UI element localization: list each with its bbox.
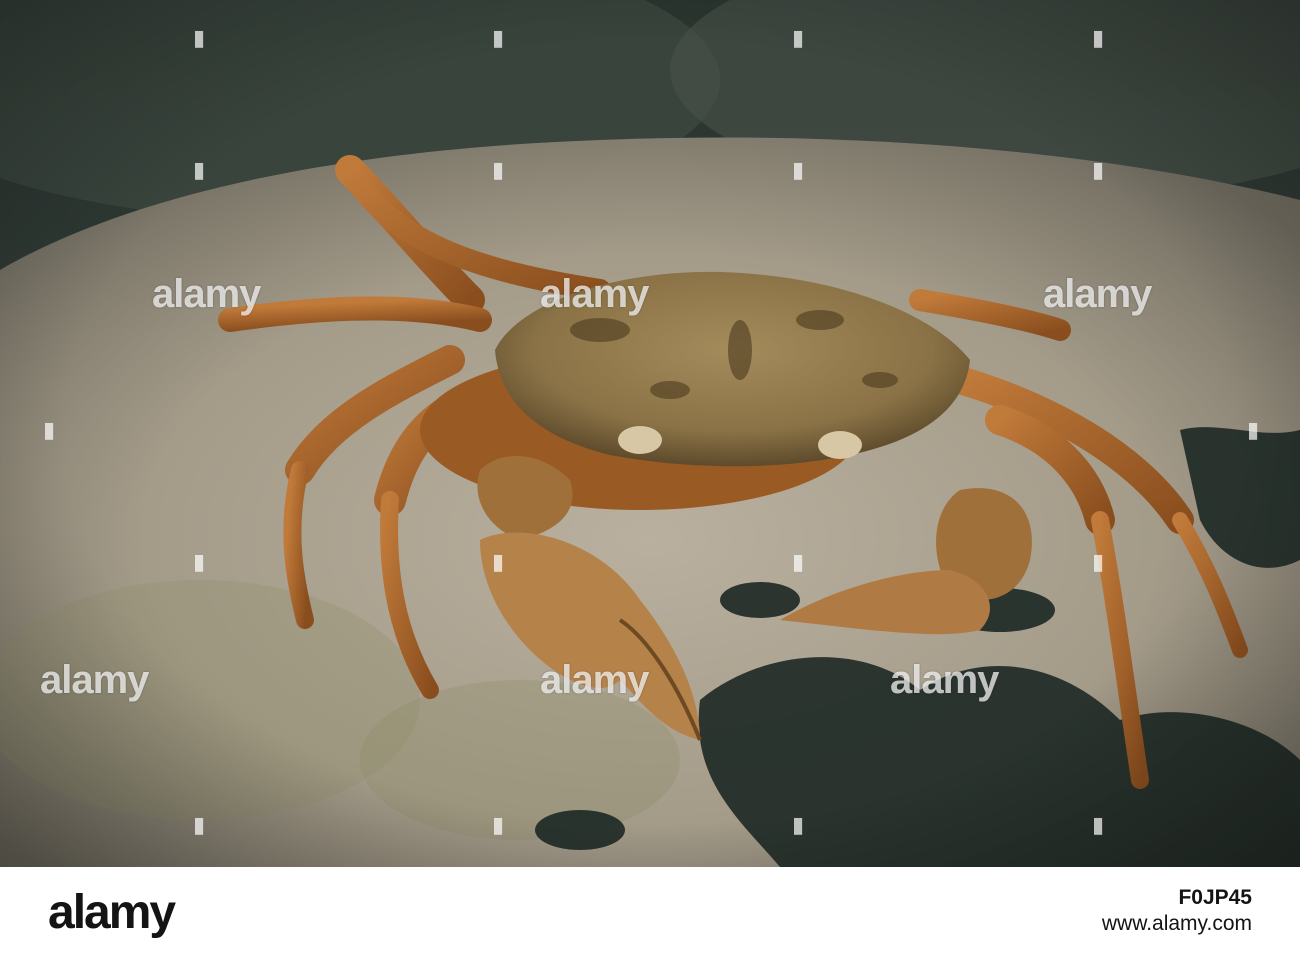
watermark-mark: ▮ xyxy=(792,158,805,183)
footer-info: F0JP45 www.alamy.com xyxy=(1102,885,1252,937)
watermark-mark: ▮ xyxy=(792,26,805,51)
watermark-mark: ▮ xyxy=(492,550,505,575)
watermark-mark: ▮ xyxy=(43,418,56,443)
watermark-mark: ▮ xyxy=(792,813,805,838)
watermark-text: alamy xyxy=(540,658,649,702)
watermark-text: alamy xyxy=(152,272,261,316)
watermark-text: alamy xyxy=(540,272,649,316)
watermark-mark: ▮ xyxy=(193,26,206,51)
watermark-text: alamy xyxy=(40,658,149,702)
watermark-text: alamy xyxy=(1043,272,1152,316)
alamy-logo: alamy xyxy=(48,886,176,939)
watermark-mark: ▮ xyxy=(1092,26,1105,51)
watermark-mark: ▮ xyxy=(1092,158,1105,183)
watermark-mark: ▮ xyxy=(492,26,505,51)
watermark-mark: ▮ xyxy=(193,158,206,183)
watermark-mark: ▮ xyxy=(193,550,206,575)
crab-photo-illustration xyxy=(0,0,1300,867)
watermark-mark: ▮ xyxy=(1092,813,1105,838)
stock-photo xyxy=(0,0,1300,867)
watermark-mark: ▮ xyxy=(492,158,505,183)
watermark-mark: ▮ xyxy=(1092,550,1105,575)
watermark-mark: ▮ xyxy=(1247,418,1260,443)
watermark-mark: ▮ xyxy=(193,813,206,838)
footer-bar: alamy F0JP45 www.alamy.com xyxy=(0,867,1300,956)
watermark-mark: ▮ xyxy=(492,813,505,838)
watermark-mark: ▮ xyxy=(792,550,805,575)
watermark-text: alamy xyxy=(890,658,999,702)
site-url: www.alamy.com xyxy=(1101,912,1252,935)
image-id: F0JP45 xyxy=(1178,886,1252,909)
